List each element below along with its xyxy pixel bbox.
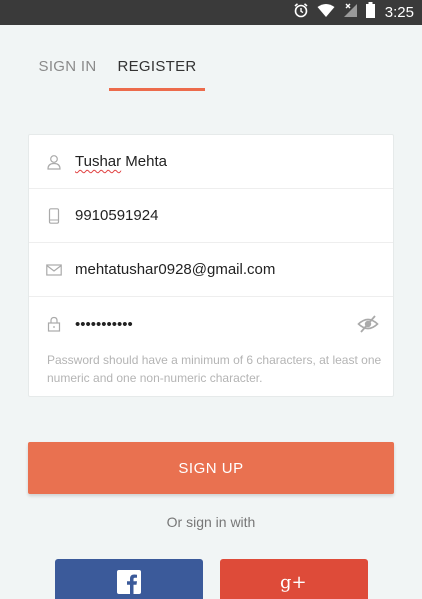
signal-icon bbox=[343, 3, 358, 23]
status-bar: 3:25 bbox=[0, 0, 422, 25]
sign-up-button[interactable]: SIGN UP bbox=[28, 442, 394, 494]
status-time: 3:25 bbox=[384, 4, 414, 21]
google-plus-icon: g+ bbox=[280, 570, 308, 599]
name-first: Tushar bbox=[75, 153, 122, 170]
tab-sign-in[interactable]: SIGN IN bbox=[30, 48, 105, 90]
wifi-icon bbox=[317, 3, 335, 23]
name-last: Mehta bbox=[121, 153, 167, 170]
facebook-icon bbox=[117, 569, 141, 599]
phone-value: 9910591924 bbox=[75, 207, 159, 224]
auth-tabs: SIGN IN REGISTER bbox=[0, 48, 422, 92]
phone-icon bbox=[46, 207, 62, 224]
phone-field[interactable]: 9910591924 bbox=[29, 189, 393, 243]
register-form: Tushar Mehta 9910591924 mehtatushar0928@… bbox=[28, 134, 394, 397]
name-value: Tushar Mehta bbox=[75, 153, 167, 170]
google-plus-button[interactable]: g+ bbox=[220, 559, 368, 599]
alarm-icon bbox=[293, 2, 309, 23]
lock-icon bbox=[46, 316, 62, 332]
battery-icon bbox=[365, 2, 375, 23]
name-field[interactable]: Tushar Mehta bbox=[29, 135, 393, 189]
svg-text:g+: g+ bbox=[280, 572, 307, 593]
eye-off-icon[interactable] bbox=[357, 313, 379, 335]
active-tab-indicator bbox=[109, 88, 205, 91]
email-field[interactable]: mehtatushar0928@gmail.com bbox=[29, 243, 393, 297]
mail-icon bbox=[46, 262, 62, 278]
email-value: mehtatushar0928@gmail.com bbox=[75, 261, 276, 278]
tab-register[interactable]: REGISTER bbox=[109, 48, 205, 90]
password-value: ••••••••••• bbox=[75, 315, 133, 333]
password-field[interactable]: ••••••••••• bbox=[29, 297, 393, 351]
facebook-button[interactable] bbox=[55, 559, 203, 599]
password-hint: Password should have a minimum of 6 char… bbox=[47, 353, 382, 385]
or-sign-in-with-label: Or sign in with bbox=[166, 514, 256, 530]
user-icon bbox=[46, 154, 62, 170]
